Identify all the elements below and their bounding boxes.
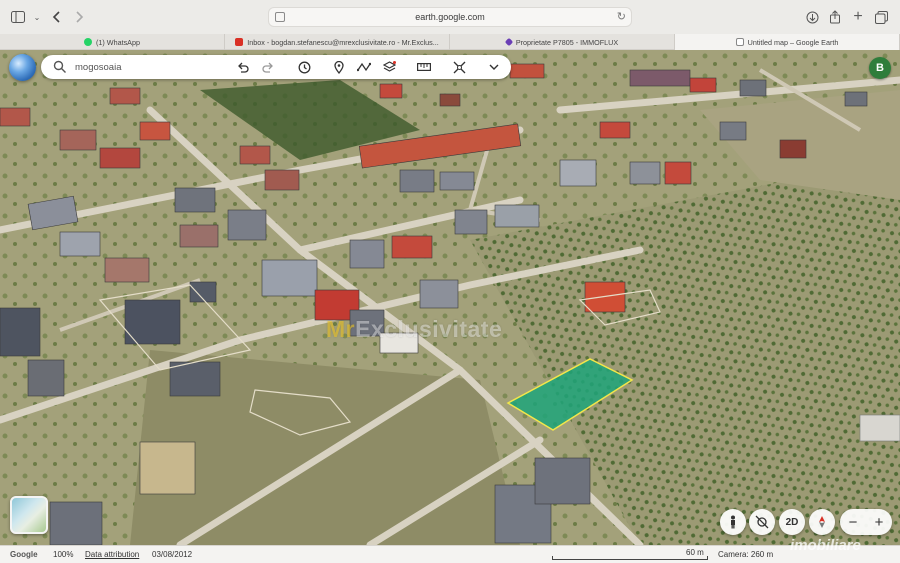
imobiliare-logo: imobiliare (790, 537, 861, 554)
tab-label: Untitled map – Google Earth (747, 37, 839, 47)
street-view-icon[interactable] (720, 509, 746, 535)
search-input[interactable] (75, 59, 225, 75)
page-icon (275, 12, 285, 22)
layers-icon[interactable] (380, 59, 398, 75)
address-bar[interactable]: earth.google.com ↻ (268, 7, 632, 27)
immoflux-icon (504, 37, 514, 47)
tab-strip: (1) WhatsApp Inbox - bogdan.stefanescu@m… (0, 34, 900, 50)
search-icon[interactable] (53, 60, 67, 74)
watermark-prefix: Mr (326, 316, 356, 342)
imagery-date: 03/08/2012 (152, 550, 193, 559)
zoom-level: 100% (53, 550, 74, 559)
gmail-icon (235, 38, 244, 46)
document-icon (735, 38, 744, 46)
url-text: earth.google.com (415, 12, 485, 22)
new-tab-icon[interactable]: + (849, 8, 867, 26)
chevron-down-icon[interactable]: ⌄ (28, 8, 46, 26)
compass-icon[interactable] (809, 509, 835, 535)
path-icon[interactable] (355, 59, 373, 75)
location-off-icon[interactable] (749, 509, 775, 535)
tab-label: (1) WhatsApp (96, 37, 140, 47)
data-attribution-link[interactable]: Data attribution (85, 550, 139, 559)
sidebar-toggle-icon[interactable] (9, 8, 27, 26)
tab-whatsapp[interactable]: (1) WhatsApp (0, 34, 225, 50)
forward-icon[interactable] (70, 8, 88, 26)
watermark-text: Exclusivitate (355, 316, 503, 342)
whatsapp-icon (84, 38, 93, 46)
tab-overview-icon[interactable] (872, 8, 890, 26)
pin-icon[interactable] (330, 59, 348, 75)
back-icon[interactable] (48, 8, 66, 26)
map-viewport[interactable]: MrExclusivitate (0, 50, 900, 545)
satellite-imagery (0, 50, 900, 545)
chevron-down-icon[interactable] (485, 59, 503, 75)
zoom-in-icon[interactable]: + (875, 514, 884, 531)
search-toolbar (41, 55, 511, 79)
scale-bar (552, 556, 708, 560)
projects-icon[interactable] (450, 59, 468, 75)
undo-icon[interactable] (234, 59, 252, 75)
ruler-icon[interactable] (415, 59, 433, 75)
download-icon[interactable] (803, 8, 821, 26)
camera-altitude: Camera: 260 m (718, 550, 774, 559)
redo-icon[interactable] (259, 59, 277, 75)
avatar[interactable]: B (869, 57, 891, 79)
tab-label: Proprietate P7805 - IMMOFLUX (515, 37, 619, 47)
tab-gmail[interactable]: Inbox - bogdan.stefanescu@mrexclusivitat… (225, 34, 450, 50)
zoom-controls: − + (840, 509, 892, 535)
zoom-out-icon[interactable]: − (849, 514, 858, 531)
watermark: MrExclusivitate (326, 316, 502, 343)
tab-immoflux[interactable]: Proprietate P7805 - IMMOFLUX (450, 34, 675, 50)
tab-google-earth[interactable]: Untitled map – Google Earth (675, 34, 900, 50)
tab-label: Inbox - bogdan.stefanescu@mrexclusivitat… (247, 37, 439, 47)
minimap-thumbnail[interactable] (10, 496, 48, 534)
history-icon[interactable] (295, 59, 313, 75)
google-brand: Google (10, 550, 38, 559)
reload-icon[interactable]: ↻ (617, 10, 626, 23)
share-icon[interactable] (826, 8, 844, 26)
google-earth-logo-icon[interactable] (9, 54, 36, 81)
browser-toolbar: ⌄ earth.google.com ↻ + (0, 0, 900, 34)
toggle-2d-button[interactable]: 2D (779, 509, 805, 535)
status-bar: Google 100% Data attribution 03/08/2012 … (0, 545, 900, 563)
